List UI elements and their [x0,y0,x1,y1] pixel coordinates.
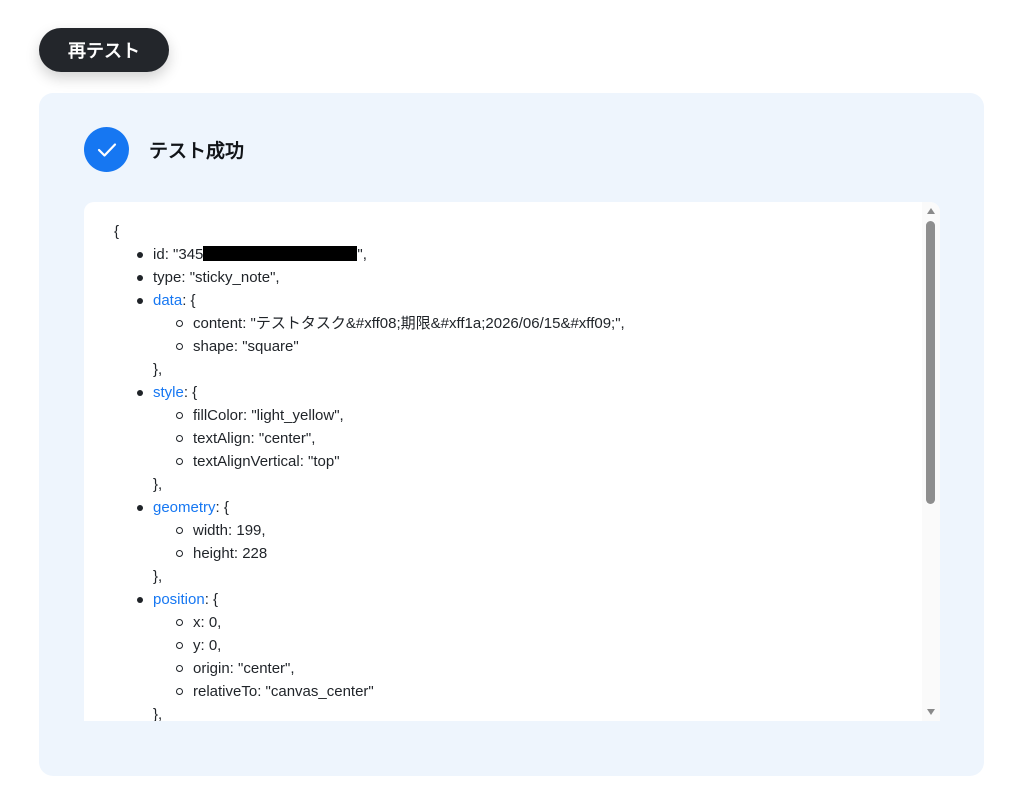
check-icon [84,127,129,172]
json-subitem: shape: "square" [114,335,912,358]
json-item-geometry: geometry: { [114,496,912,519]
json-key-link-position[interactable]: position [153,591,205,608]
status-row: テスト成功 [84,127,244,172]
json-key-link-style[interactable]: style [153,384,184,401]
scroll-down-arrow-icon[interactable] [927,709,935,715]
test-result-panel: テスト成功 { id: "345 ", type: "sticky_note", … [39,93,984,776]
json-key-link-geometry[interactable]: geometry [153,499,216,516]
json-close-brace: }, [153,476,163,493]
json-item-type: type: "sticky_note", [114,266,912,289]
json-output-box: { id: "345 ", type: "sticky_note", data: … [84,202,940,721]
json-subitem: fillColor: "light_yellow", [114,404,912,427]
json-subitem: y: 0, [114,634,912,657]
json-item-id: id: "345 ", [114,243,912,266]
json-value: "345 [173,246,204,263]
json-subitem: textAlign: "center", [114,427,912,450]
retest-button[interactable]: 再テスト [39,28,169,72]
json-subitem: x: 0, [114,611,912,634]
json-subitem: height: 228 [114,542,912,565]
json-value: "sticky_note", [189,269,280,286]
json-key-link-data[interactable]: data [153,292,182,309]
json-key: type [153,269,182,286]
json-subitem: relativeTo: "canvas_center" [114,680,912,703]
json-close-brace: }, [153,706,163,721]
vertical-scrollbar[interactable] [922,202,940,721]
json-subitem: content: "テストタスク&#xff08;期限&#xff1a;2026/0… [114,312,912,335]
status-text: テスト成功 [149,140,245,162]
scroll-up-arrow-icon[interactable] [927,208,935,214]
scrollbar-thumb[interactable] [926,221,935,504]
json-subitem: origin: "center", [114,657,912,680]
json-close-brace: }, [153,361,163,378]
json-close-brace: }, [153,568,163,585]
json-subitem: textAlignVertical: "top" [114,450,912,473]
json-subitem: width: 199, [114,519,912,542]
redaction-bar [203,246,358,261]
json-item-position: position: { [114,588,912,611]
json-open-brace: { [114,223,120,240]
json-item-style: style: { [114,381,912,404]
json-item-data: data: { [114,289,912,312]
json-tree: { id: "345 ", type: "sticky_note", data: … [114,220,912,721]
json-key: id [153,246,165,263]
